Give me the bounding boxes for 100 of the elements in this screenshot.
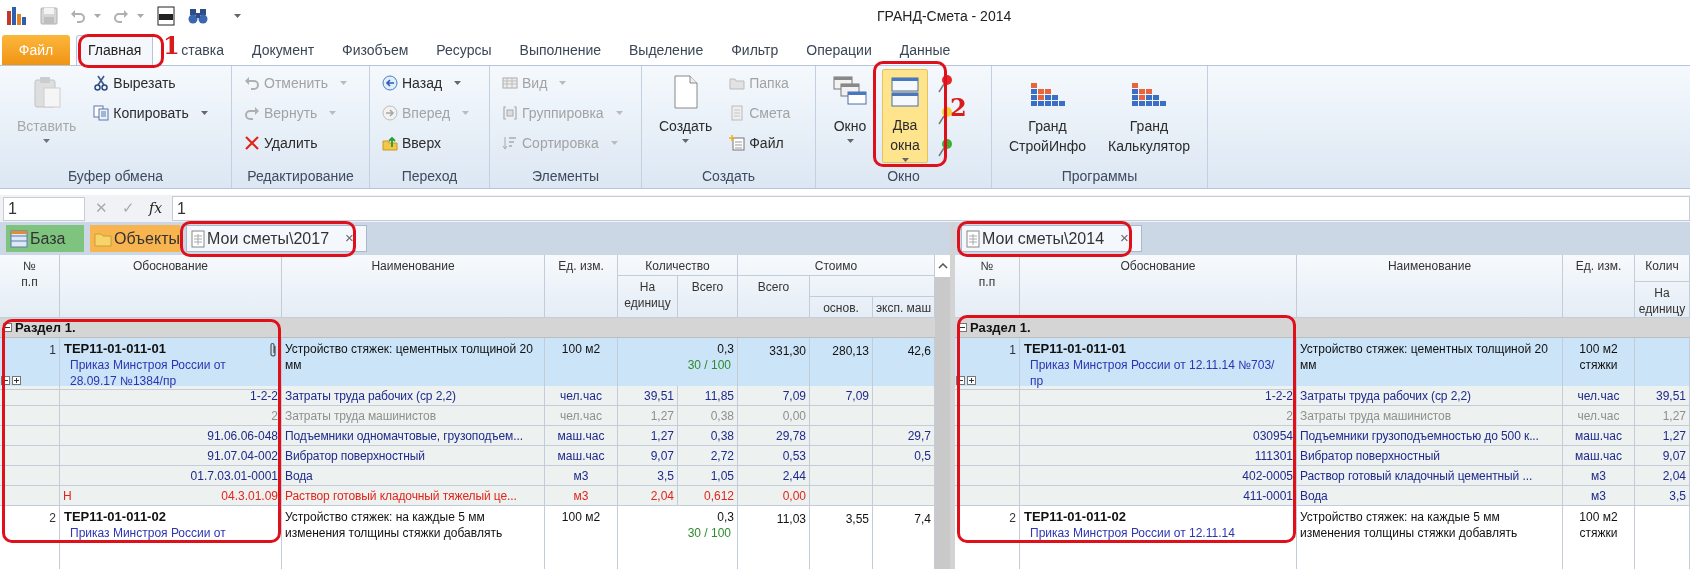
ribbon-button[interactable]: Назад <box>380 70 472 96</box>
scissors-icon <box>93 75 110 91</box>
resource-name: Затраты труда машинистов <box>1300 407 1451 425</box>
section-row[interactable]: Раздел 1. <box>955 318 1690 338</box>
collapse-icon[interactable] <box>3 323 12 332</box>
order-reference: Приказ Минстроя России от 28.09.17 №1384/пр <box>69 357 227 389</box>
undo-icon <box>244 75 260 91</box>
cell-value: 2,72 <box>710 447 734 465</box>
cell-value: 331,30 <box>769 344 806 358</box>
cell-value: 2,04 <box>1662 467 1686 485</box>
ribbon-tab[interactable]: Документ <box>239 35 328 65</box>
binoculars-icon[interactable] <box>188 7 208 25</box>
group-label: Создать <box>700 167 757 186</box>
table-row[interactable]: 411-0001 Вода м3 3,5 <box>955 486 1690 506</box>
ribbon-tab[interactable]: Выделение <box>616 35 717 65</box>
collapse-icon[interactable] <box>1 376 10 385</box>
redo-icon <box>113 8 129 24</box>
pin-icon[interactable] <box>936 138 954 158</box>
unit-label: 100 м2 стяжки <box>1578 509 1619 541</box>
ribbon-tab[interactable]: Физобъем <box>329 35 422 65</box>
ribbon-button[interactable]: Удалить <box>242 130 349 156</box>
unit-label: маш.час <box>557 427 605 445</box>
table-row[interactable]: 111301 Вибратор поверхностный маш.час 9,07 <box>955 446 1690 466</box>
table-row[interactable]: 91.07.04-002 Вибратор поверхностный маш.час 9,07 2,72 0,53 0,5 <box>0 446 935 466</box>
database-icon <box>10 228 28 249</box>
ribbon-tab[interactable]: Операции <box>793 35 885 65</box>
cell-value: 3,55 <box>845 512 869 526</box>
paperclip-icon[interactable] <box>269 342 277 358</box>
ribbon-tab[interactable]: Фильтр <box>718 35 792 65</box>
spreadsheet-icon <box>966 229 980 248</box>
collapse-icon[interactable] <box>958 323 967 332</box>
ribbon-tab[interactable]: Выполнение <box>506 35 615 65</box>
collapse-icon[interactable] <box>956 376 965 385</box>
expand-icon[interactable] <box>12 376 21 385</box>
ribbon-button[interactable]: Вверх <box>380 130 472 156</box>
document-icon <box>671 75 700 109</box>
cell-value: 0,3 <box>717 341 734 357</box>
folder-up-icon <box>382 135 398 151</box>
ribbon-tab[interactable]: Данные <box>886 35 964 65</box>
ribbon-button[interactable]: Гранд Калькулятор <box>1101 69 1197 163</box>
redo-icon <box>244 105 260 121</box>
two-windows-icon <box>889 75 921 108</box>
document-tab[interactable]: Мои сметы\2014 × <box>961 225 1142 252</box>
item-name: Устройство стяжек: цементных толщиной 20 мм <box>1300 341 1549 373</box>
column-header: Колич <box>1635 255 1690 282</box>
cell-name-field[interactable]: 1 <box>3 196 85 221</box>
formula-button[interactable]: fx <box>149 198 163 219</box>
cell-value: 0,612 <box>703 487 734 505</box>
ribbon-button[interactable]: Копировать <box>91 100 210 126</box>
ribbon-button[interactable]: Гранд СтройИнфо <box>1002 69 1093 163</box>
formula-field[interactable]: 1 <box>172 196 1690 221</box>
resource-name: Раствор готовый кладочный тяжелый це... <box>285 487 517 505</box>
column-header: Стоимо <box>738 255 935 276</box>
ribbon-button[interactable]: Файл <box>727 130 793 156</box>
expand-icon[interactable] <box>967 376 976 385</box>
spreadsheet-icon <box>191 229 205 248</box>
resource-code: 91.06.06-048 <box>207 427 278 445</box>
ribbon-tab[interactable]: Ресурсы <box>423 35 505 65</box>
document-tab[interactable]: База <box>6 225 84 252</box>
cell-value: 0,00 <box>782 407 806 425</box>
ribbon-button[interactable]: Создать <box>652 69 720 163</box>
ratio-value: 30 / 100 <box>687 525 732 541</box>
caret-icon <box>559 81 567 85</box>
resource-code: 91.07.04-002 <box>207 447 278 465</box>
unit-label: м3 <box>1591 487 1606 505</box>
caret-icon <box>610 141 618 145</box>
caret-icon <box>462 111 470 115</box>
table-row[interactable]: Н 04.3.01.09 Раствор готовый кладочный тяжелый це... м3 2,04 0,612 0,00 <box>0 486 935 506</box>
group-label: Окно <box>886 167 921 186</box>
cell-value: 3,5 <box>1669 487 1686 505</box>
table-row[interactable]: 030954 Подъемники грузоподъемностью до 500 к... маш.час 1,27 <box>955 426 1690 446</box>
close-button[interactable]: × <box>345 227 354 250</box>
document-tab[interactable]: Мои сметы\2017 × <box>186 225 367 252</box>
section-row[interactable]: Раздел 1. <box>0 318 935 338</box>
table-row[interactable]: 01.7.03.01-0001 Вода м3 3,5 1,05 2,44 <box>0 466 935 486</box>
ribbon-button[interactable]: Два окна <box>882 69 928 163</box>
document-tab[interactable]: Объекты <box>90 225 180 252</box>
unit-label: маш.час <box>557 447 605 465</box>
column-header: Количество <box>618 255 738 276</box>
resource-name: Раствор готовый кладочный цементный ... <box>1300 467 1533 485</box>
table-row[interactable]: 91.06.06-048 Подъемники одномачтовые, грузоподъем... маш.час 1,27 0,38 29,78 29,7 <box>0 426 935 446</box>
resource-code: 111301 <box>1254 447 1293 465</box>
delete-icon <box>244 135 260 151</box>
new-file-icon <box>729 135 746 151</box>
close-button[interactable]: × <box>1120 227 1129 250</box>
tab-label: Мои сметы\2014 <box>982 228 1105 249</box>
scroll-up-icon[interactable] <box>937 263 948 269</box>
order-reference: Приказ Минстроя России от 12.11.14 <box>1029 525 1236 541</box>
row-number: 1 <box>49 342 56 359</box>
ribbon-tab[interactable]: Главная <box>76 35 154 65</box>
table-row[interactable]: 402-0005 Раствор готовый кладочный цементный ... м3 2,04 <box>955 466 1690 486</box>
cascade-windows-icon <box>833 76 867 108</box>
unit-label: м3 <box>573 487 589 505</box>
ribbon-button[interactable]: Окно <box>826 69 874 163</box>
resource-name: Вибратор поверхностный <box>285 447 425 465</box>
resource-code: 2 <box>1286 407 1293 425</box>
scrollbar[interactable] <box>935 255 950 569</box>
ribbon-button[interactable]: Вырезать <box>91 70 210 96</box>
resource-code: 1-2-2 <box>250 387 278 405</box>
pin-icon[interactable] <box>936 74 954 94</box>
